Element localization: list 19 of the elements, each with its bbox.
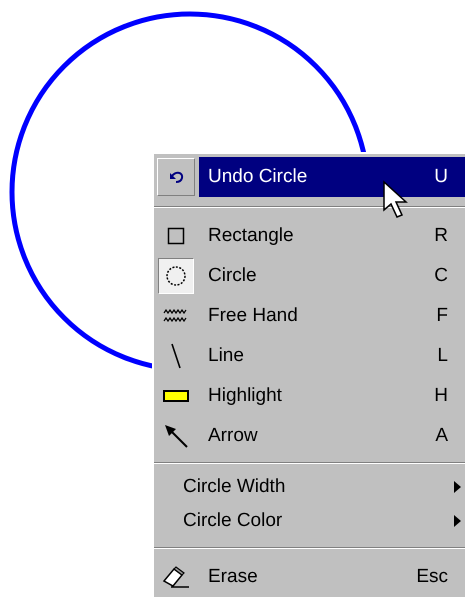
menu-item[interactable]: Line L <box>199 336 465 376</box>
menu-item[interactable]: Highlight H <box>199 376 465 416</box>
submenu-arrow-icon <box>454 481 461 493</box>
menu-item[interactable]: Erase Esc <box>199 557 465 597</box>
menu-item[interactable]: Free Hand F <box>199 296 465 336</box>
eraser-icon <box>162 566 190 588</box>
submenu-item[interactable]: Circle Width <box>154 470 465 504</box>
square-icon <box>167 227 185 245</box>
line-icon <box>171 343 181 369</box>
circle-icon <box>165 265 187 287</box>
menu-item[interactable]: Circle C <box>199 256 465 296</box>
highlighter-icon <box>163 390 189 402</box>
zigzag-icon <box>163 309 189 323</box>
arrow-icon <box>164 424 188 448</box>
menu-item[interactable]: Arrow A <box>199 416 465 456</box>
menu-item[interactable]: Undo Circle U <box>199 157 465 197</box>
submenu-arrow-icon <box>454 515 461 527</box>
menu-item[interactable]: Rectangle R <box>199 216 465 256</box>
submenu-item[interactable]: Circle Color <box>154 504 465 538</box>
